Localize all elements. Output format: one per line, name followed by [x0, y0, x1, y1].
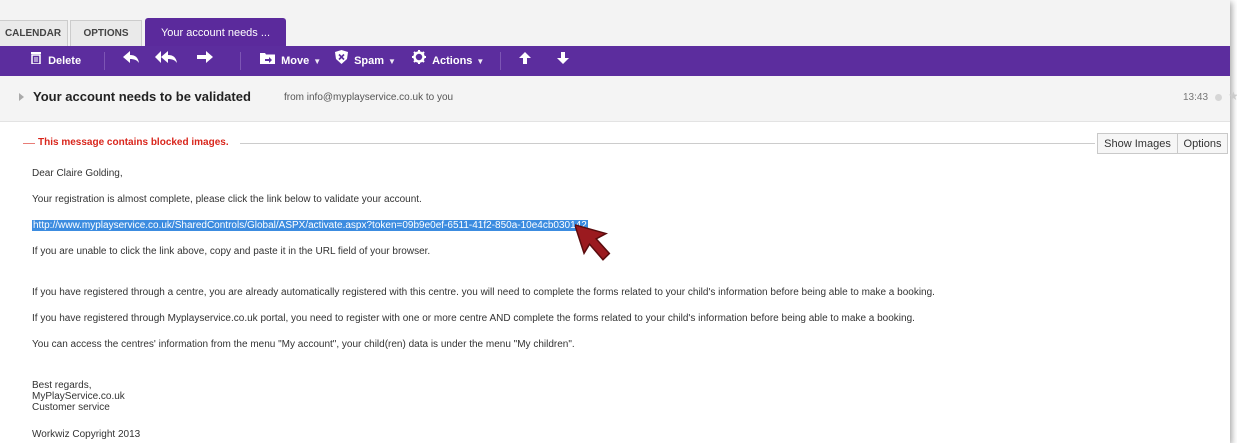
reply-button[interactable]: [122, 46, 140, 76]
signature-department: Customer service: [32, 402, 110, 413]
delete-label: Delete: [48, 55, 82, 67]
reply-all-icon: [154, 46, 178, 76]
chevron-down-icon: ▼: [313, 57, 322, 66]
footer-copyright: Workwiz Copyright 2013: [32, 429, 141, 440]
email-window: CALENDAR OPTIONS Your account needs ... …: [0, 0, 1237, 443]
move-button[interactable]: Move ▼: [260, 46, 321, 76]
red-arrow-cursor-icon: [573, 216, 625, 273]
message-time: 13:43: [1183, 92, 1209, 103]
actions-label: Actions: [432, 55, 473, 67]
next-message-button[interactable]: [557, 46, 569, 76]
reply-icon: [122, 46, 140, 76]
actions-button[interactable]: Actions ▼: [412, 46, 484, 76]
tab-current-message[interactable]: Your account needs ...: [145, 18, 286, 46]
expand-triangle-icon[interactable]: [19, 93, 24, 101]
move-label: Move: [281, 55, 310, 67]
read-status-dot-icon[interactable]: [1215, 94, 1222, 101]
chevron-down-icon: ▼: [476, 57, 485, 66]
toolbar-divider: [240, 52, 241, 70]
folder-icon: [260, 46, 275, 76]
gear-icon: [412, 46, 426, 76]
show-images-button[interactable]: Show Images: [1097, 133, 1178, 154]
signature-company: MyPlayService.co.uk: [32, 391, 125, 402]
blocked-images-notice: This message contains blocked images.: [38, 137, 229, 148]
message-from-line: from info@myplayservice.co.uk to you: [284, 92, 454, 103]
message-subject: Your account needs to be validated: [33, 89, 251, 104]
body-line-copy-paste: If you are unable to click the link abov…: [32, 246, 431, 257]
trash-icon: [30, 46, 42, 76]
signature-regards: Best regards,: [32, 380, 92, 391]
body-line-registration: Your registration is almost complete, pl…: [32, 194, 422, 205]
tab-bar: CALENDAR OPTIONS Your account needs ...: [0, 0, 1230, 47]
options-button[interactable]: Options: [1177, 133, 1228, 154]
spam-button[interactable]: Spam ▼: [335, 46, 396, 76]
blocked-notice-rule: [23, 143, 35, 144]
body-line-portal: If you have registered through Myplayser…: [32, 313, 915, 324]
forward-arrow-icon: [196, 46, 214, 76]
shield-icon: [335, 46, 348, 76]
tab-calendar[interactable]: CALENDAR: [0, 20, 68, 46]
toolbar-divider: [500, 52, 501, 70]
tab-options[interactable]: OPTIONS: [70, 20, 142, 46]
star-icon[interactable]: ★: [1228, 89, 1237, 103]
previous-message-button[interactable]: [519, 46, 531, 76]
reply-all-button[interactable]: [154, 46, 178, 76]
toolbar-divider: [104, 52, 105, 70]
message-toolbar: Delete Move ▼ Spam ▼ Actions ▼: [0, 46, 1230, 76]
body-greeting: Dear Claire Golding,: [32, 168, 123, 179]
activation-link[interactable]: http://www.myplayservice.co.uk/SharedCon…: [32, 220, 588, 231]
body-line-centre: If you have registered through a centre,…: [32, 287, 935, 298]
message-header: Your account needs to be validated from …: [0, 76, 1237, 122]
forward-button[interactable]: [196, 46, 214, 76]
chevron-down-icon: ▼: [388, 57, 396, 66]
body-line-menu: You can access the centres' information …: [32, 339, 575, 350]
spam-label: Spam: [354, 55, 385, 67]
blocked-notice-divider: [240, 143, 1095, 144]
delete-button[interactable]: Delete: [30, 46, 81, 76]
arrow-down-icon: [557, 46, 569, 76]
arrow-up-icon: [519, 46, 531, 76]
